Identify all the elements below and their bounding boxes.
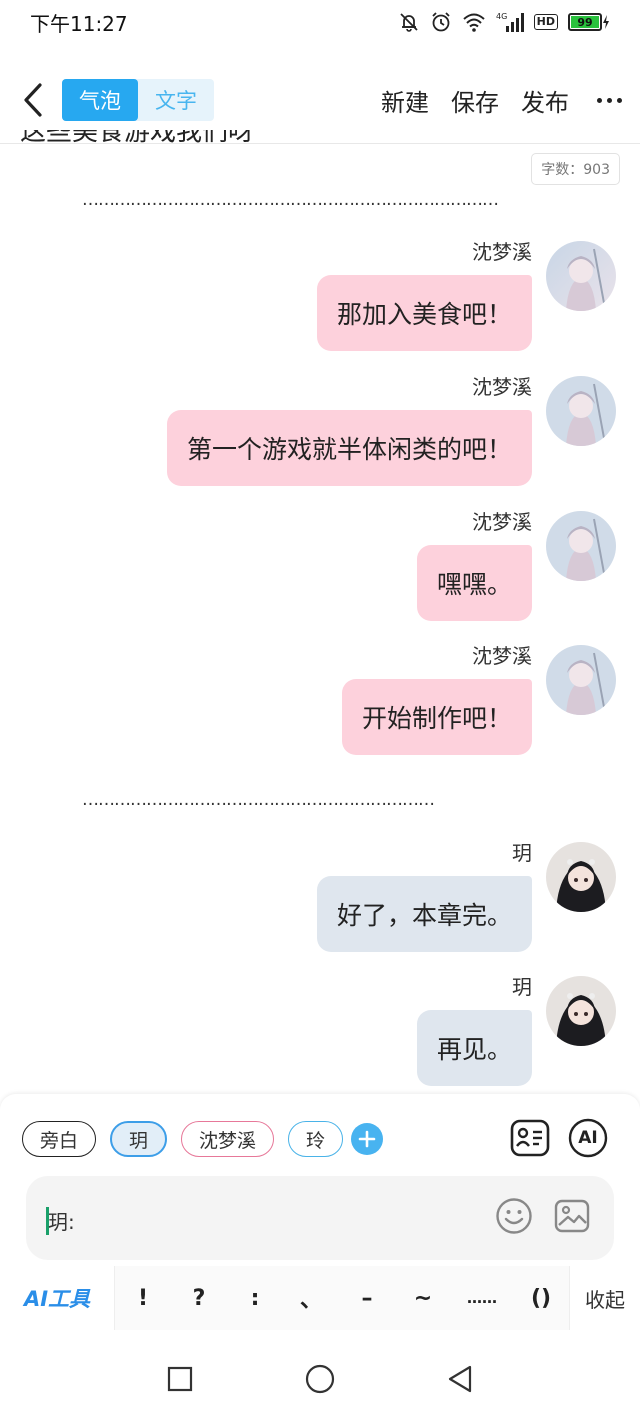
yue-avatar[interactable] xyxy=(546,976,616,1046)
input-panel: 旁白 玥 沈梦溪 玲 AI 玥: AI工具 ! ? : 、 – ~ …… () … xyxy=(0,1094,640,1336)
ai-button[interactable]: AI xyxy=(568,1118,608,1158)
message-item[interactable]: 沈梦溪 开始制作吧！ xyxy=(341,644,616,755)
mute-bell-icon xyxy=(400,13,418,32)
sheng-mengxi-avatar[interactable] xyxy=(546,376,616,446)
punctuation-strip: ! ? : 、 – ~ …… () xyxy=(114,1266,570,1330)
add-role-button[interactable] xyxy=(351,1123,384,1155)
message-item[interactable]: 沈梦溪 嘿嘿。 xyxy=(416,510,616,621)
battery-icon: 99 xyxy=(568,13,610,31)
sheng-mengxi-avatar[interactable] xyxy=(546,241,616,311)
save-button[interactable]: 保存 xyxy=(451,83,499,118)
clipped-paragraph: 这些美食游戏我们呀 xyxy=(20,130,255,147)
message-sender: 沈梦溪 xyxy=(472,510,532,534)
message-bubble[interactable]: 第一个游戏就半体闲类的吧！ xyxy=(166,410,532,486)
punct-exclamation[interactable]: ! xyxy=(131,1286,155,1311)
punct-tilde[interactable]: ~ xyxy=(411,1286,435,1311)
role-chip-narrator[interactable]: 旁白 xyxy=(22,1121,97,1157)
message-item[interactable]: 玥 再见。 xyxy=(416,975,616,1086)
status-bar: 下午11:27 4G HD 99 xyxy=(0,0,640,44)
message-sender: 玥 xyxy=(512,975,532,999)
circle-icon xyxy=(305,1364,335,1394)
image-button[interactable] xyxy=(552,1196,592,1236)
dialogue-input[interactable]: 玥: xyxy=(26,1176,614,1260)
triangle-back-icon xyxy=(448,1365,472,1393)
ai-tools-button[interactable]: AI工具 xyxy=(0,1266,114,1330)
message-sender: 沈梦溪 xyxy=(472,644,532,668)
message-bubble[interactable]: 好了，本章完。 xyxy=(316,876,532,952)
sheng-mengxi-avatar[interactable] xyxy=(546,511,616,581)
separator-line: …………………………………………………………………… xyxy=(82,190,499,210)
system-nav-bar xyxy=(0,1336,640,1422)
message-item[interactable]: 沈梦溪 那加入美食吧！ xyxy=(316,240,616,351)
back-button[interactable] xyxy=(18,80,48,120)
yue-avatar[interactable] xyxy=(546,842,616,912)
hd-badge: HD xyxy=(533,14,558,30)
role-chip-yue[interactable]: 玥 xyxy=(110,1121,168,1157)
punct-colon[interactable]: : xyxy=(243,1286,267,1311)
message-bubble[interactable]: 开始制作吧！ xyxy=(341,679,532,755)
smiley-icon xyxy=(496,1198,532,1234)
punct-ellipsis[interactable]: …… xyxy=(467,1289,497,1307)
tab-bubble[interactable]: 气泡 xyxy=(62,79,138,121)
role-chip-ling[interactable]: 玲 xyxy=(288,1121,344,1157)
punct-parentheses[interactable]: () xyxy=(529,1286,553,1311)
image-icon xyxy=(554,1199,590,1233)
contact-card-icon xyxy=(510,1119,550,1157)
input-text: 玥: xyxy=(48,1210,75,1234)
punctuation-toolbar: AI工具 ! ? : 、 – ~ …… () 收起 xyxy=(0,1266,640,1330)
tab-text[interactable]: 文字 xyxy=(138,79,214,121)
status-time: 下午11:27 xyxy=(30,11,128,36)
new-button[interactable]: 新建 xyxy=(381,83,429,118)
separator-line: ………………………………………………………… xyxy=(82,790,435,810)
mode-toggle: 气泡 文字 xyxy=(62,79,214,121)
character-card-button[interactable] xyxy=(510,1118,550,1158)
plus-icon xyxy=(358,1130,376,1148)
punct-question[interactable]: ? xyxy=(187,1286,211,1311)
home-button[interactable] xyxy=(295,1354,345,1404)
battery-level: 99 xyxy=(571,16,599,29)
alarm-icon xyxy=(432,12,450,32)
message-sender: 玥 xyxy=(512,841,532,865)
system-back-button[interactable] xyxy=(435,1354,485,1404)
svg-text:4G: 4G xyxy=(496,12,507,21)
message-sender: 沈梦溪 xyxy=(472,240,532,264)
header-actions: 新建 保存 发布 xyxy=(381,83,622,118)
status-icons: 4G HD 99 xyxy=(398,11,610,33)
recents-button[interactable] xyxy=(155,1354,205,1404)
role-chips: 旁白 玥 沈梦溪 玲 xyxy=(22,1121,384,1157)
punct-dash[interactable]: – xyxy=(355,1286,379,1311)
signal-icon: 4G xyxy=(496,12,524,32)
input-value: 玥: xyxy=(46,1206,75,1235)
chevron-left-icon xyxy=(24,83,42,117)
message-bubble[interactable]: 再见。 xyxy=(416,1010,532,1086)
square-icon xyxy=(167,1366,193,1392)
message-item[interactable]: 沈梦溪 第一个游戏就半体闲类的吧！ xyxy=(166,375,616,486)
wifi-icon xyxy=(462,13,485,32)
ai-button-label: AI xyxy=(578,1128,598,1148)
emoji-button[interactable] xyxy=(494,1196,534,1236)
more-menu-button[interactable] xyxy=(591,97,622,103)
message-item[interactable]: 玥 好了，本章完。 xyxy=(316,841,616,952)
editor-header: 气泡 文字 新建 保存 发布 xyxy=(0,60,640,140)
collapse-button[interactable]: 收起 xyxy=(570,1284,640,1313)
word-count-badge: 字数：903 xyxy=(531,153,620,185)
message-bubble[interactable]: 那加入美食吧！ xyxy=(316,275,532,351)
message-sender: 沈梦溪 xyxy=(472,375,532,399)
sheng-mengxi-avatar[interactable] xyxy=(546,645,616,715)
punct-dunhao[interactable]: 、 xyxy=(299,1282,323,1314)
role-chip-shen-mengxi[interactable]: 沈梦溪 xyxy=(181,1121,275,1157)
message-bubble[interactable]: 嘿嘿。 xyxy=(416,545,532,621)
publish-button[interactable]: 发布 xyxy=(521,83,569,118)
